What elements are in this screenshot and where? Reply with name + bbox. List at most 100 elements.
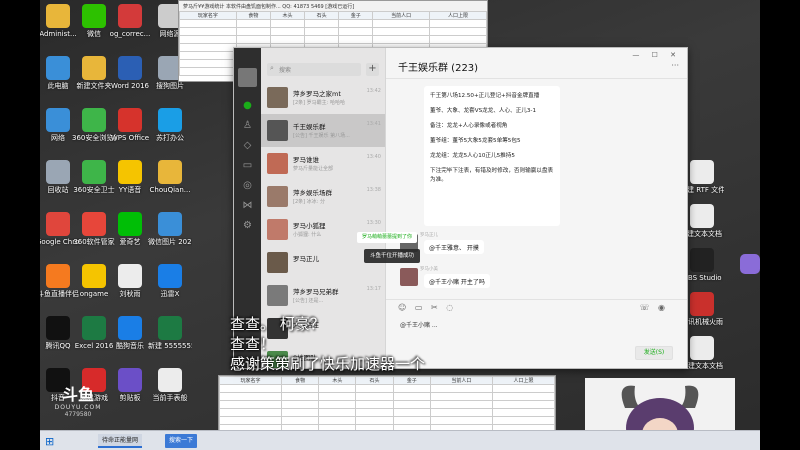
desktop-shortcut[interactable]: 剪贴板 — [108, 368, 152, 403]
column-header: 当前人口 — [429, 376, 493, 385]
conversation-avatar — [267, 285, 288, 306]
desktop-shortcut-label: Word 2016 — [110, 82, 150, 90]
text-file-icon — [690, 204, 714, 228]
announcement-line: 下注完毕下注表，有错及时修改，否则输赢以盘表为准。 — [430, 168, 554, 183]
douyu-domain: DOUYU.COM — [54, 404, 102, 411]
mention-notice[interactable]: 罗马萌萌蕾蕾提到了你 — [357, 232, 418, 243]
column-header: 木头 — [318, 376, 357, 385]
favorites-icon[interactable]: ◇ — [242, 140, 253, 151]
toast-notification: 斗鱼千位开播成功 — [364, 249, 421, 263]
desktop-shortcut[interactable]: 酷狗音乐 — [108, 316, 152, 351]
sender-avatar-2[interactable] — [400, 268, 418, 286]
windows-start-icon[interactable]: ⊞ — [45, 435, 54, 448]
contacts-icon[interactable]: ♙ — [242, 120, 253, 131]
my-avatar[interactable] — [238, 68, 257, 87]
phone-icon[interactable]: ☏ — [639, 303, 649, 312]
desktop-shortcut-label: 微信图片 2022061... — [148, 238, 192, 246]
360-browser-icon — [82, 108, 106, 132]
iqiyi-icon — [118, 212, 142, 236]
conversation-time: 13:40 — [366, 154, 381, 160]
word-icon — [118, 56, 142, 80]
start-group-chat-button[interactable]: + — [366, 63, 379, 76]
announcement-line: 董爷组：董爷5大象5龙套5单筹5包5 — [430, 138, 521, 144]
files-icon[interactable]: ▭ — [242, 160, 253, 171]
douyu-room-number: 4779580 — [64, 411, 92, 418]
conversation-item[interactable]: 罗马谁谁 萝马斤量能让全部 13:40 — [261, 147, 385, 180]
desktop-shortcut[interactable]: Word 2016 — [108, 56, 152, 91]
taskbar-search-button[interactable]: 搜索一下 — [165, 434, 198, 448]
column-header: 木头 — [269, 11, 306, 20]
text-file-icon — [690, 336, 714, 360]
conversation-avatar — [267, 153, 288, 174]
network-icon — [46, 108, 70, 132]
message-bubble-2: @千王小赌 开主了吗 — [424, 274, 490, 288]
scissors-icon[interactable]: ✂ — [431, 303, 438, 312]
chat-title: 千王娱乐群 (223) — [398, 63, 479, 74]
obs-icon — [690, 248, 714, 272]
desktop-shortcut-label: 刘秋雨 — [119, 290, 141, 298]
desktop-shortcut[interactable]: 当前手表般 — [148, 368, 192, 403]
window-controls[interactable]: — ☐ ✕ — [632, 51, 681, 59]
desktop-shortcut[interactable]: og_correc... — [108, 4, 152, 39]
conversation-item[interactable]: 萍乡罗马之家mt [2条] 罗马霸主: 哈哈哈 13:42 — [261, 81, 385, 114]
user-folder-icon — [46, 4, 70, 28]
desktop-shortcut-label: 迅雷X — [160, 290, 180, 298]
desktop-shortcut[interactable]: 新建 555555555 — [148, 316, 192, 351]
sender-name: 罗马正儿 — [420, 233, 438, 238]
conversation-preview: [公告] 还是... — [293, 298, 324, 304]
desktop-shortcut[interactable]: 苏打办公 — [148, 108, 192, 143]
search-input[interactable]: ⌕ 搜索 — [267, 63, 361, 76]
360-software-icon — [82, 212, 106, 236]
more-icon[interactable]: ··· — [671, 61, 679, 70]
folder-icon[interactable]: ▭ — [415, 303, 423, 312]
document-icon — [118, 264, 142, 288]
conversation-item[interactable]: 萍乡罗马兄弟群 [公告] 还是... 13:17 — [261, 279, 385, 312]
title-divider — [386, 78, 687, 79]
desktop-shortcut[interactable]: 爱奇艺 — [108, 212, 152, 247]
desktop-shortcut[interactable]: 微信图片 2022061... — [148, 212, 192, 247]
kugou-icon — [118, 316, 142, 340]
conversation-name: 萍乡罗马之家mt — [293, 90, 341, 98]
conversation-time: 13:38 — [366, 187, 381, 193]
channels-icon[interactable]: ⋈ — [242, 200, 253, 211]
wps-icon — [118, 108, 142, 132]
desktop-shortcut-label: YY语音 — [118, 186, 142, 194]
desktop-shortcut-label: 新建 555555555 — [148, 342, 192, 350]
emoji-icon[interactable]: ☺ — [398, 303, 406, 312]
conversation-item[interactable]: 萍乡娱乐场群 [2条] 冰冰: 分 13:38 — [261, 180, 385, 213]
desktop-shortcut-label: 剪贴板 — [119, 394, 141, 402]
message-input[interactable]: @千王小赌 ... — [400, 320, 438, 329]
desktop-shortcut-label: 爱奇艺 — [119, 238, 141, 246]
desktop-shortcut-label: og_correc... — [109, 30, 151, 38]
chats-icon[interactable]: ● — [242, 100, 253, 111]
column-header: 当前人口 — [372, 11, 431, 20]
chat-history-icon[interactable]: ◌ — [446, 303, 453, 312]
desktop-shortcut[interactable]: ChouQian... — [148, 160, 192, 195]
desktop-shortcut[interactable]: YY语音 — [108, 160, 152, 195]
input-divider — [386, 299, 687, 300]
conversation-time: 13:41 — [366, 121, 381, 127]
conversation-item[interactable]: 千王娱乐群 [公告] 千王娱乐 第八场... 13:41 — [261, 114, 385, 147]
stream-overlay-button[interactable] — [740, 254, 760, 274]
recycle-bin-icon — [46, 160, 70, 184]
wechat-icon — [82, 4, 106, 28]
desktop-shortcut[interactable]: 刘秋雨 — [108, 264, 152, 299]
search-placeholder: 搜索 — [279, 67, 292, 74]
moments-icon[interactable]: ◎ — [242, 180, 253, 191]
desktop-shortcut[interactable]: WPS Office — [108, 108, 152, 143]
desktop-shortcut-label: 苏打办公 — [156, 134, 184, 142]
desktop-shortcut[interactable]: 迅雷X — [148, 264, 192, 299]
video-icon[interactable]: ◉ — [658, 303, 665, 312]
conversation-avatar — [267, 219, 288, 240]
yy-icon — [118, 160, 142, 184]
group-announcement-bubble: 千王第八场12.50+正儿登记+抖音金牌直播 董爷、大象、龙套VS龙龙、人心、正儿… — [424, 86, 560, 226]
conversation-time: 13:42 — [366, 88, 381, 94]
taskbar-item-browser[interactable]: 待命正能量网 — [98, 434, 143, 448]
360-safe-icon — [82, 160, 106, 184]
search-icon: ⌕ — [270, 64, 274, 72]
mini-programs-icon[interactable]: ⚙ — [242, 220, 253, 231]
conversation-avatar — [267, 186, 288, 207]
send-button[interactable]: 发送(S) — [635, 346, 673, 360]
desktop-shortcut-label: 酷狗音乐 — [116, 342, 144, 350]
stats-table-header: 玩家名字 食物 木头 石头 金子 当前人口 人口上限 — [179, 11, 487, 20]
